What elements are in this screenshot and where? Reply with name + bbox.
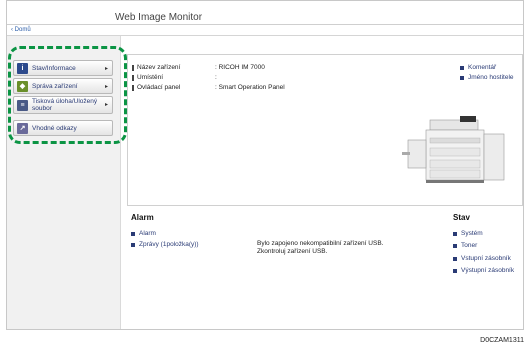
app-title: Web Image Monitor [115, 12, 203, 23]
status-system-link[interactable]: Systém [453, 230, 483, 237]
device-info-panel: Název zařízení : RICOH IM 7000 Umístění … [127, 54, 523, 206]
status-toner-link[interactable]: Toner [453, 242, 477, 249]
info-key: Ovládací panel [137, 84, 181, 91]
header: Web Image Monitor [7, 1, 523, 25]
info-value: : Smart Operation Panel [215, 84, 285, 91]
info-row-device-name: Název zařízení : RICOH IM 7000 [132, 64, 265, 71]
hostname-link[interactable]: Jméno hostitele [460, 74, 514, 81]
menu-highlight-frame [8, 46, 127, 144]
alarm-title: Alarm [131, 213, 154, 222]
status-input-tray-link[interactable]: Vstupní zásobník [453, 255, 511, 262]
home-link[interactable]: ‹ Domů [11, 27, 31, 33]
breadcrumb: ‹ Domů [7, 25, 523, 36]
info-row-location: Umístění : [132, 74, 217, 81]
status-title: Stav [453, 213, 470, 222]
document-id: D0CZAM1311 [480, 337, 524, 344]
alarm-message: Bylo zapojeno nekompatibilní zařízení US… [257, 240, 384, 255]
info-key: Název zařízení [137, 64, 181, 71]
comment-link[interactable]: Komentář [460, 64, 496, 71]
info-value: : RICOH IM 7000 [215, 64, 265, 71]
info-key: Umístění [137, 74, 164, 81]
messages-link[interactable]: Zprávy (1položka(y)) [131, 241, 251, 248]
info-value: : [215, 74, 217, 81]
printer-image [402, 116, 505, 183]
info-row-control-panel: Ovládací panel : Smart Operation Panel [132, 84, 285, 91]
alarm-link[interactable]: Alarm [131, 230, 156, 237]
status-output-tray-link[interactable]: Výstupní zásobník [453, 267, 514, 274]
